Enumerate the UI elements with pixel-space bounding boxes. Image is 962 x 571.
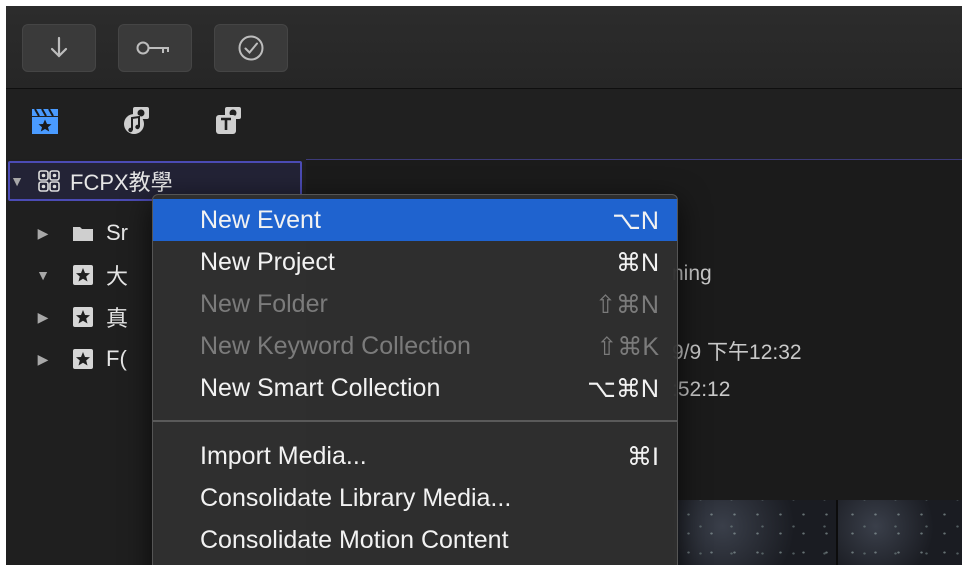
menu-item-shortcut: ⌥⌘N [587,375,659,403]
context-menu: New Event ⌥N New Project ⌘N New Folder ⇧… [152,194,678,565]
menu-item-shortcut: ⌘I [627,443,659,471]
menu-item-label: New Smart Collection [200,374,441,402]
disclosure-triangle-collapsed-icon[interactable]: ▶ [34,225,52,242]
menu-item-new-event[interactable]: New Event ⌥N [153,199,677,241]
menu-item-label: Consolidate Library Media... [200,484,512,512]
toolbar [6,6,962,89]
clapper-star-icon [32,108,58,134]
menu-item-consolidate-motion-content[interactable]: Consolidate Motion Content [153,519,677,561]
sidebar-item-label: 大 [106,264,129,289]
event-star-icon [72,348,94,370]
camera-music-icon [124,107,149,134]
import-button[interactable] [22,24,96,72]
browser-tab-bar [6,89,962,159]
clip-thumbnail[interactable] [672,500,836,565]
event-star-icon [72,306,94,328]
menu-item-label: New Keyword Collection [200,332,471,360]
photos-audio-tab[interactable] [120,103,154,139]
menu-item-new-project[interactable]: New Project ⌘N [153,241,677,283]
info-line-time: :52:12 [672,378,731,401]
menu-item-shortcut: ⌘N [615,249,659,277]
menu-separator [153,420,677,422]
menu-item-label: Import Media... [200,442,367,470]
folder-icon [72,222,94,244]
info-line-date: 9/9 下午12:32 [672,341,802,364]
titles-generators-tab[interactable] [212,103,246,139]
checkmark-circle-icon [238,35,264,61]
menu-item-shortcut: ⌥N [612,207,659,235]
library-icon [38,170,60,192]
menu-item-shortcut: ⇧⌘K [596,333,659,361]
menu-item-label: New Folder [200,290,328,318]
camera-title-icon [216,107,241,134]
background-tasks-button[interactable] [214,24,288,72]
disclosure-triangle-expanded-icon[interactable]: ▼ [8,173,26,189]
disclosure-triangle-expanded-icon[interactable]: ▼ [34,267,52,283]
libraries-tab[interactable] [28,103,62,139]
menu-item-consolidate-library-media[interactable]: Consolidate Library Media... [153,477,677,519]
fcpx-window: ▼ FCPX教學 ▶ Sr ▼ 大 ▶ 真 ▶ F(ning 9/9 下午12… [6,6,962,565]
clip-thumbnail[interactable] [836,500,962,565]
sidebar-item-label: Sr [106,220,128,245]
download-arrow-icon [50,36,68,58]
event-star-icon [72,264,94,286]
menu-item-label: New Event [200,206,321,234]
menu-item-label: Consolidate Motion Content [200,526,509,554]
sidebar-item-label: 真 [106,306,129,331]
menu-item-shortcut: ⇧⌘N [594,291,659,319]
menu-item-new-folder: New Folder ⇧⌘N [153,283,677,325]
disclosure-triangle-collapsed-icon[interactable]: ▶ [34,351,52,368]
menu-item-import-media[interactable]: Import Media... ⌘I [153,435,677,477]
menu-item-new-smart-collection[interactable]: New Smart Collection ⌥⌘N [153,367,677,409]
keywords-button[interactable] [118,24,192,72]
key-icon [136,41,169,55]
menu-item-label: New Project [200,248,335,276]
menu-item-new-keyword-collection: New Keyword Collection ⇧⌘K [153,325,677,367]
sidebar-item-label: F( [106,346,127,371]
library-name: FCPX教學 [70,170,173,195]
disclosure-triangle-collapsed-icon[interactable]: ▶ [34,309,52,326]
